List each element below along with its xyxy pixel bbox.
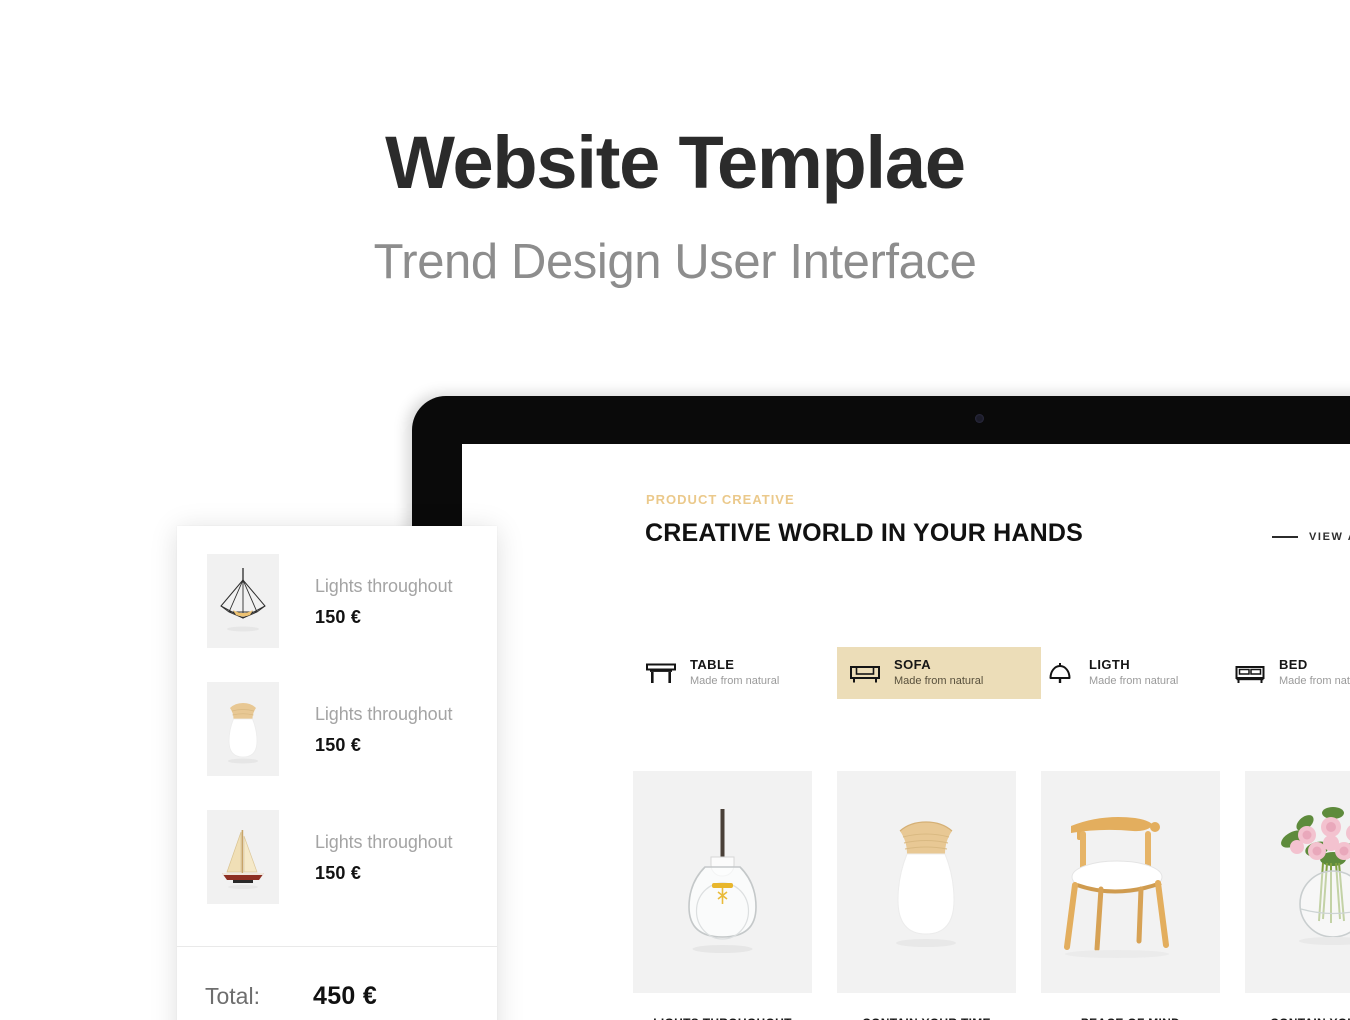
product-name: CONTAIN YOUR TIME bbox=[1245, 1016, 1350, 1020]
tablet-screen: PRODUCT CREATIVE CREATIVE WORLD IN YOUR … bbox=[462, 444, 1350, 1020]
product-card[interactable]: PEACE OF MIND 250 € 150 € bbox=[1041, 771, 1220, 1020]
cart-total-label: Total: bbox=[205, 982, 260, 1009]
section-eyebrow: PRODUCT CREATIVE bbox=[646, 492, 795, 507]
cart-item[interactable]: Lights throughout 150 € bbox=[207, 682, 477, 810]
cart-item-title: Lights throughout bbox=[315, 704, 453, 724]
category-name: TABLE bbox=[690, 657, 735, 673]
section-title: CREATIVE WORLD IN YOUR HANDS bbox=[645, 519, 1084, 547]
cart-panel: Lights throughout 150 € Lights throughou… bbox=[177, 526, 497, 1020]
product-card[interactable]: CONTAIN YOUR TIME 250 € 150 € bbox=[837, 771, 1016, 1020]
cart-item-title: Lights throughout bbox=[315, 576, 453, 596]
cart-item-price: 150 € bbox=[315, 607, 362, 627]
view-all-products-link[interactable]: VIEW ALL PRODUC bbox=[1272, 531, 1350, 543]
category-item-sofa[interactable]: SOFA Made from natural bbox=[837, 647, 1042, 699]
category-item-table[interactable]: TABLE Made from natural bbox=[633, 647, 791, 699]
cart-item-info: Lights throughout 150 € bbox=[315, 704, 453, 756]
tablet-device-mockup: PRODUCT CREATIVE CREATIVE WORLD IN YOUR … bbox=[408, 393, 1350, 1020]
category-text: BED Made from natural bbox=[1279, 657, 1350, 688]
category-sub: Made from natural bbox=[690, 675, 780, 688]
category-sub: Made from natural bbox=[1279, 675, 1350, 688]
product-image-wooden-chair bbox=[1041, 771, 1220, 993]
category-sub: Made from natural bbox=[1089, 675, 1179, 688]
light-icon bbox=[1049, 663, 1071, 683]
category-text: TABLE Made from natural bbox=[690, 657, 780, 688]
cart-item-image-sailboat-model bbox=[207, 810, 279, 904]
cart-item-info: Lights throughout 150 € bbox=[315, 576, 453, 628]
product-image-glass-pendant-lamp bbox=[633, 771, 812, 993]
product-image-wood-top-vase bbox=[837, 771, 1016, 993]
cart-item-price: 150 € bbox=[315, 863, 362, 883]
category-text: LIGTH Made from natural bbox=[1089, 657, 1179, 688]
category-strip: TABLE Made from natural SOFA Made from n… bbox=[462, 647, 1350, 699]
cart-item-image-wood-top-vase bbox=[207, 682, 279, 776]
product-name: LIGHTS THROUGHOUT bbox=[633, 1016, 812, 1020]
product-name: CONTAIN YOUR TIME bbox=[837, 1016, 1016, 1020]
bed-icon bbox=[1235, 666, 1265, 683]
tablet-camera-icon bbox=[975, 414, 984, 423]
product-image-rose-bouquet-vase bbox=[1245, 771, 1350, 993]
product-grid: LIGHTS THROUGHOUT 250 € 150 € bbox=[462, 771, 1350, 1020]
cart-item-image-geometric-pendant-lamp bbox=[207, 554, 279, 648]
cart-total-value: 450 € bbox=[313, 981, 378, 1010]
product-card[interactable]: LIGHTS THROUGHOUT 250 € 150 € bbox=[633, 771, 812, 1020]
view-all-label: VIEW ALL PRODUC bbox=[1309, 531, 1350, 543]
product-card[interactable]: CONTAIN YOUR TIME 250 € 150 € bbox=[1245, 771, 1350, 1020]
website-preview: PRODUCT CREATIVE CREATIVE WORLD IN YOUR … bbox=[462, 444, 1350, 1020]
category-item-light[interactable]: LIGTH Made from natural bbox=[1032, 647, 1190, 699]
cart-item-title: Lights throughout bbox=[315, 832, 453, 852]
page-title: Website Templae bbox=[385, 121, 966, 204]
cart-total-row: Total: 450 € bbox=[177, 946, 497, 1020]
cart-item[interactable]: Lights throughout 150 € bbox=[207, 554, 477, 682]
category-text: SOFA Made from natural bbox=[894, 657, 984, 688]
category-name: SOFA bbox=[894, 657, 931, 673]
cart-item[interactable]: Lights throughout 150 € bbox=[207, 810, 477, 938]
poster-canvas: Website Templae Trend Design User Interf… bbox=[0, 0, 1350, 1020]
category-name: LIGTH bbox=[1089, 657, 1130, 673]
cart-item-price: 150 € bbox=[315, 735, 362, 755]
category-sub: Made from natural bbox=[894, 675, 984, 688]
hero-heading: Website Templae Trend Design User Interf… bbox=[0, 126, 1350, 287]
dash-icon bbox=[1272, 536, 1298, 538]
sofa-icon bbox=[850, 666, 880, 683]
table-icon bbox=[646, 663, 676, 683]
page-subtitle: Trend Design User Interface bbox=[373, 235, 977, 289]
category-name: BED bbox=[1279, 657, 1308, 673]
product-name: PEACE OF MIND bbox=[1041, 1016, 1220, 1020]
category-item-bed[interactable]: BED Made from natural bbox=[1222, 647, 1350, 699]
cart-item-info: Lights throughout 150 € bbox=[315, 832, 453, 884]
